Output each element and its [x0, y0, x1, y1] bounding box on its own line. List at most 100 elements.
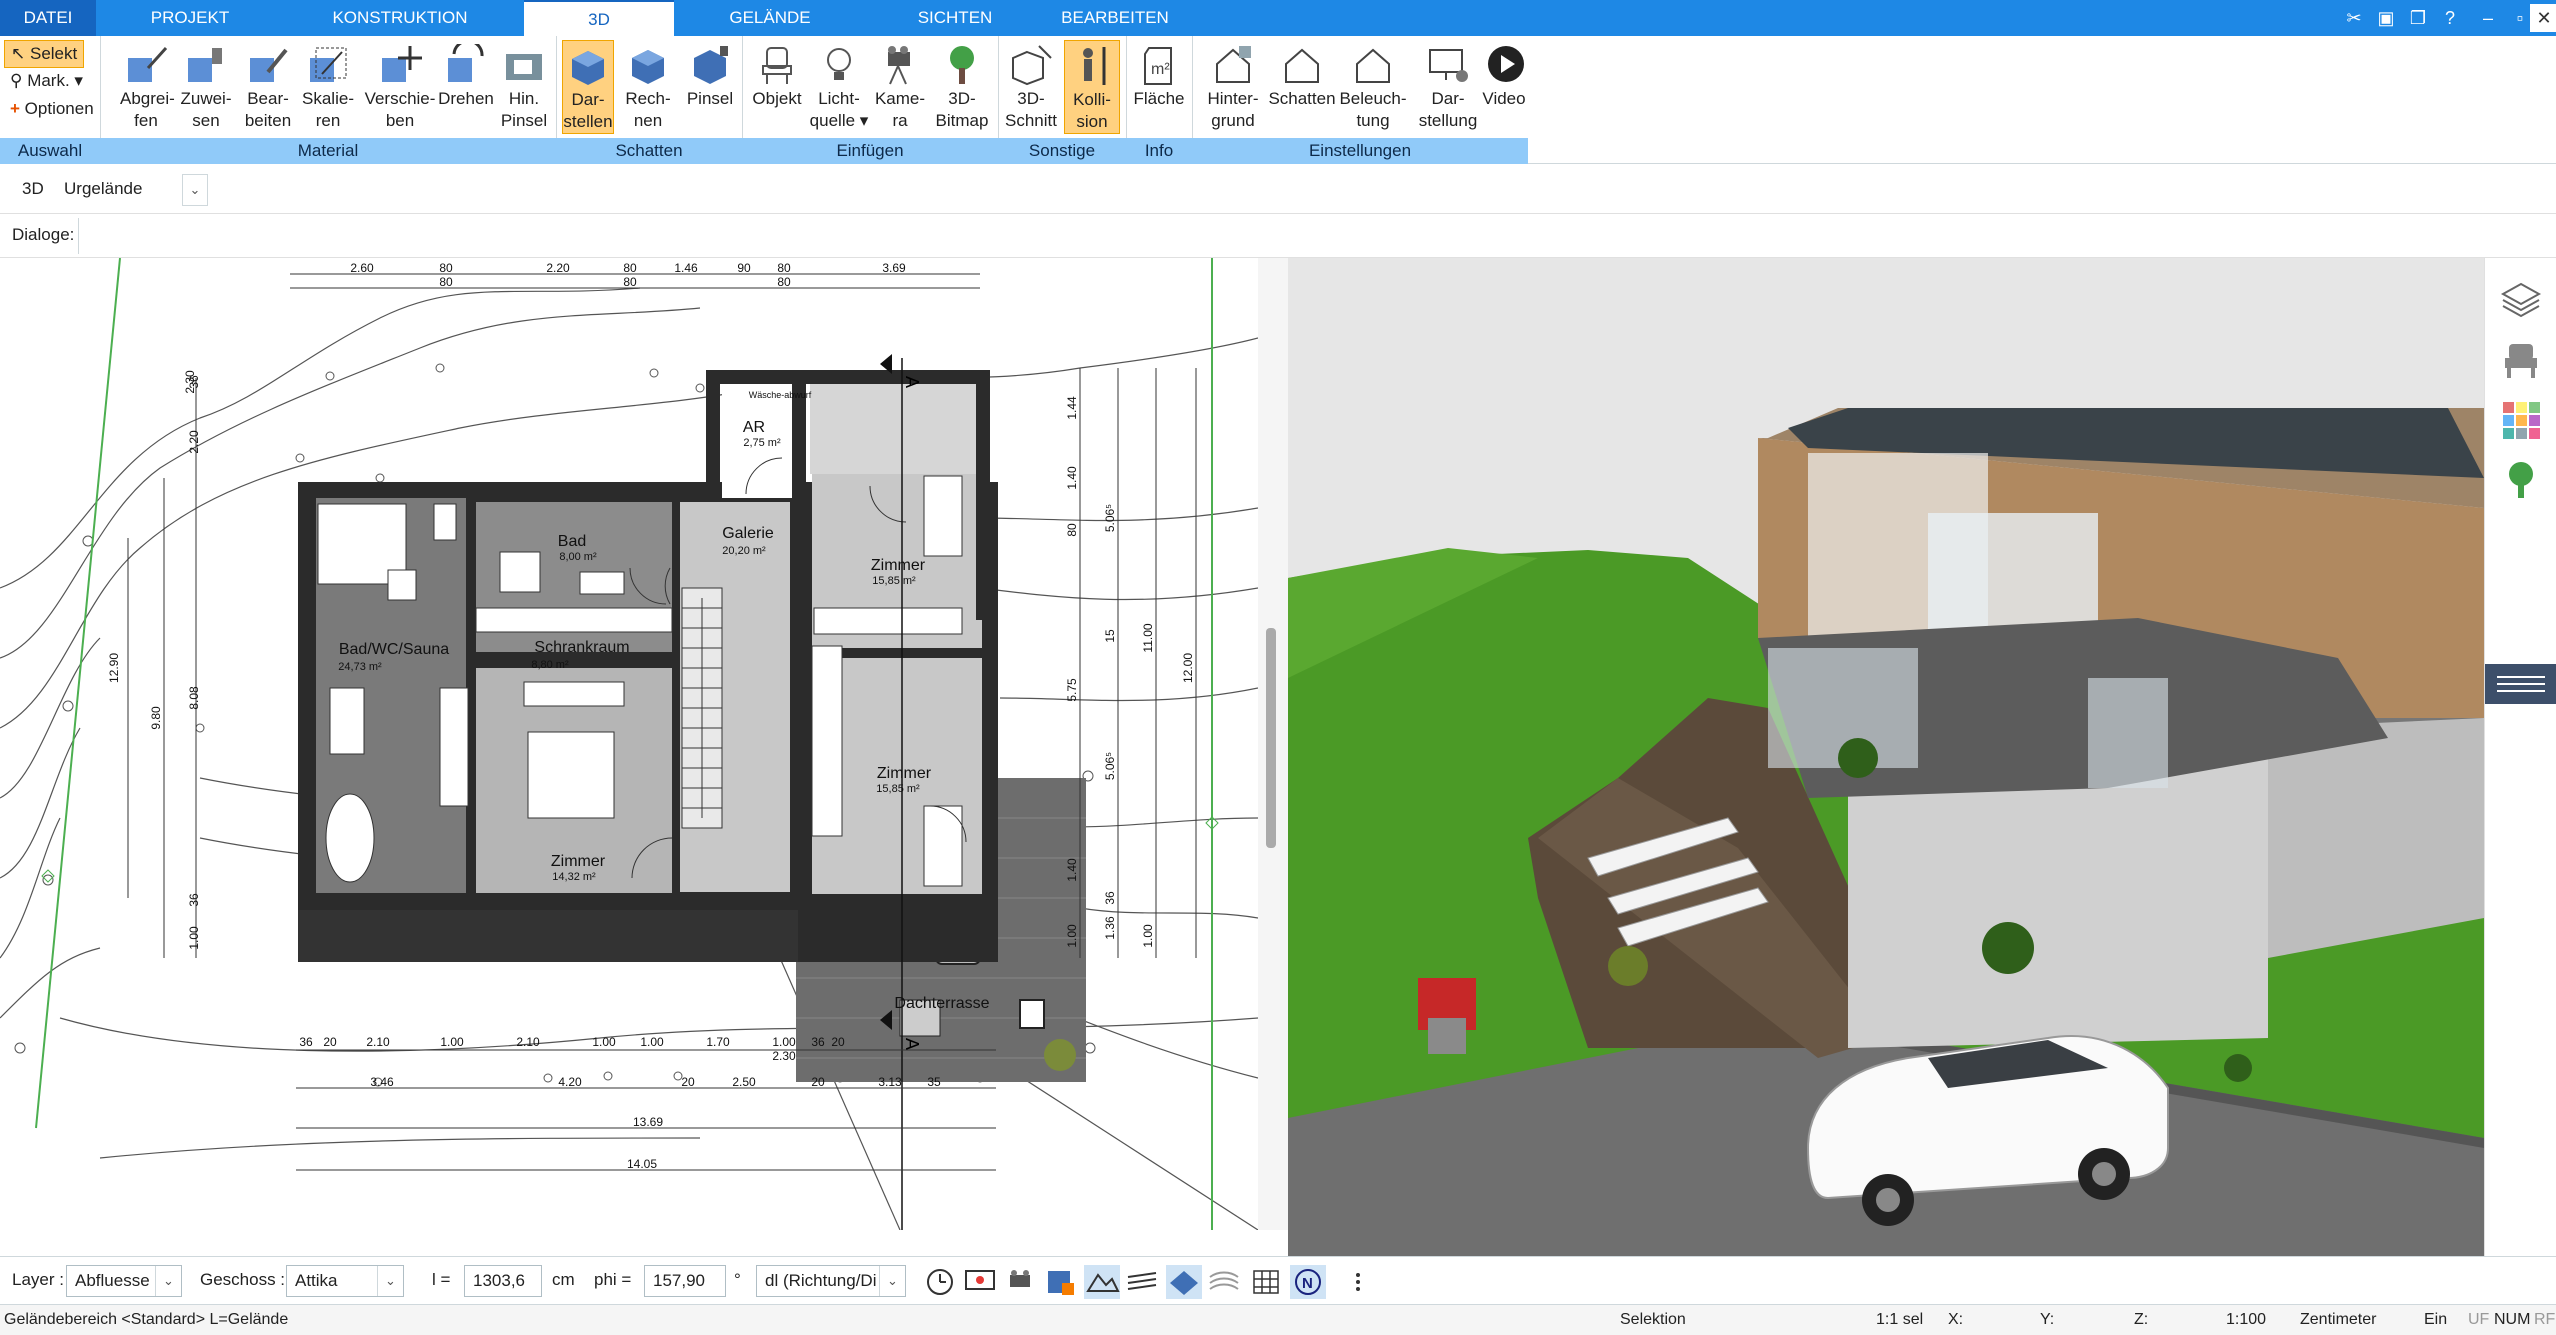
dim-right-8: 1.00: [1065, 924, 1079, 948]
house-background-icon: [1216, 46, 1251, 83]
panel-menu-button[interactable]: [2485, 664, 2556, 704]
zuweisen-button[interactable]: Zuwei-sen: [180, 40, 232, 134]
window-icon[interactable]: ▣: [2372, 4, 2400, 32]
drehen-button[interactable]: Drehen: [436, 40, 496, 134]
dim-right-13: 1.00: [1141, 924, 1155, 948]
status-x: X:: [1948, 1311, 1964, 1328]
optionen-label: Optionen: [24, 99, 94, 118]
lichtquelle-button[interactable]: Licht-quelle ▾: [808, 40, 870, 134]
mark-button[interactable]: ⚲ Mark. ▾: [10, 68, 83, 94]
selekt-button[interactable]: ↖ Selekt: [4, 40, 85, 68]
tab-sichten[interactable]: SICHTEN: [880, 0, 1030, 36]
dim-bottom-4: 2.10: [516, 1035, 540, 1049]
chair-icon[interactable]: [2499, 338, 2543, 382]
darstellung-button[interactable]: Dar-stellung: [1414, 40, 1482, 134]
3d-view[interactable]: [1288, 258, 2484, 1256]
tools-icon[interactable]: ✂: [2340, 4, 2368, 32]
cursor-icon: ↖: [11, 44, 26, 63]
objekt-button[interactable]: Objekt: [748, 40, 806, 134]
bearbeiten-button[interactable]: Bear-beiten: [240, 40, 296, 134]
kollision-button[interactable]: Kolli-sion: [1064, 40, 1120, 134]
status-mode: Selektion: [1620, 1311, 1686, 1328]
edit-material-icon: [250, 48, 288, 82]
group-label-schatten: Schatten: [556, 138, 742, 164]
view-toolbar: 3D Urgelände ⌄: [0, 164, 2556, 214]
layers-icon[interactable]: [2499, 278, 2543, 322]
dim-total-2: 14.05: [627, 1157, 657, 1171]
camera-icon: [888, 46, 910, 85]
3d-schnitt-button[interactable]: 3D- Schnitt: [1002, 40, 1060, 134]
tree-icon: [950, 46, 974, 84]
beleuchtung-button[interactable]: Beleuch-tung: [1332, 40, 1414, 134]
video-button[interactable]: Video: [1482, 40, 1526, 134]
plane-toggle-icon[interactable]: [1166, 1265, 1202, 1299]
room-name-zimmer-3: Zimmer: [551, 853, 606, 870]
dim-right-7: 1.40: [1065, 858, 1079, 882]
room-area-zimmer-1: 15,85 m²: [872, 575, 916, 587]
skalieren-button[interactable]: Skalie-ren: [300, 40, 356, 134]
camera-icon[interactable]: [1002, 1265, 1038, 1299]
light-bulb-icon: [827, 48, 851, 80]
floor-plan-view[interactable]: A A Bad/WC/Sauna 24,73 m² Bad 8,00 m² Sc…: [0, 258, 1258, 1230]
clock-icon[interactable]: [922, 1265, 958, 1299]
minimize-button[interactable]: –: [2474, 4, 2502, 32]
dim-bottom-2: 2.10: [366, 1035, 390, 1049]
schatten-einstellung-button[interactable]: Schatten: [1266, 40, 1338, 134]
verschieben-button[interactable]: Verschie-ben: [364, 40, 436, 134]
dim-top-1: 80: [439, 261, 453, 275]
person-collision-icon: [1083, 47, 1106, 85]
tab-datei[interactable]: DATEI: [0, 0, 96, 36]
kamera-button[interactable]: Kame-ra: [872, 40, 928, 134]
status-scale-sel: 1:1 sel: [1876, 1311, 1924, 1328]
floor-plan-drawing: A A Bad/WC/Sauna 24,73 m² Bad 8,00 m² Sc…: [0, 258, 1258, 1230]
dim-top2-1: 80: [623, 275, 637, 289]
tab-bearbeiten[interactable]: BEARBEITEN: [1040, 0, 1190, 36]
room-name-bad: Bad: [558, 533, 586, 550]
chevron-down-icon: ⌄: [879, 1266, 905, 1296]
layer-select[interactable]: Abfluesse ⌄: [66, 1265, 182, 1297]
cube-render-icon[interactable]: [1042, 1265, 1078, 1299]
tree-icon[interactable]: [2499, 458, 2543, 502]
phi-input[interactable]: 157,90: [644, 1265, 726, 1297]
l-input[interactable]: 1303,6: [464, 1265, 542, 1297]
menu-tab-bar: DATEI PROJEKT KONSTRUKTION 3D GELÄNDE SI…: [0, 0, 2556, 36]
vertical-scrollbar-plan[interactable]: [1258, 258, 1288, 1230]
terrain-toggle-icon[interactable]: [1084, 1265, 1120, 1299]
darstellen-schatten-button[interactable]: Dar-stellen: [562, 40, 614, 134]
hatching-icon[interactable]: [1124, 1265, 1160, 1299]
hin-pinsel-button[interactable]: Hin. Pinsel: [496, 40, 552, 134]
schatten-pinsel-button[interactable]: Pinsel: [682, 40, 738, 134]
3d-scene: [1288, 258, 2484, 1256]
grid-icon[interactable]: [1248, 1265, 1284, 1299]
help-icon[interactable]: ?: [2436, 4, 2464, 32]
terrain-select[interactable]: Urgelände ⌄: [56, 174, 208, 206]
rechnen-button[interactable]: Rech-nen: [622, 40, 674, 134]
close-button[interactable]: ✕: [2530, 4, 2556, 32]
copy-icon[interactable]: ❐: [2404, 4, 2432, 32]
flaeche-button[interactable]: m² Fläche: [1130, 40, 1188, 134]
dim-left-3: 9.80: [149, 706, 163, 730]
materials-palette-icon[interactable]: [2499, 398, 2543, 442]
room-name-galerie: Galerie: [722, 525, 774, 542]
tab-konstruktion[interactable]: KONSTRUKTION: [300, 0, 500, 36]
dim-mid: 2.30: [772, 1049, 796, 1063]
abgreifen-button[interactable]: Abgrei-fen: [120, 40, 175, 134]
tab-3d[interactable]: 3D: [524, 0, 674, 36]
geschoss-select[interactable]: Attika ⌄: [286, 1265, 404, 1297]
more-options-icon[interactable]: [1340, 1265, 1376, 1299]
dl-select[interactable]: dl (Richtung/Di ⌄: [756, 1265, 906, 1297]
scroll-thumb[interactable]: [1266, 628, 1276, 848]
brush-icon: [506, 54, 542, 80]
tab-projekt[interactable]: PROJEKT: [120, 0, 260, 36]
north-icon[interactable]: N: [1290, 1265, 1326, 1299]
chevron-down-icon: ⌄: [155, 1266, 181, 1296]
contour-icon[interactable]: [1206, 1265, 1242, 1299]
monitor-icon[interactable]: [962, 1265, 998, 1299]
hintergrund-button[interactable]: Hinter-grund: [1200, 40, 1266, 134]
tab-gelaende[interactable]: GELÄNDE: [700, 0, 840, 36]
dim-bottom2-2: 20: [681, 1075, 695, 1089]
dim-bottom-10: 20: [831, 1035, 845, 1049]
optionen-button[interactable]: + Optionen: [10, 96, 94, 122]
dim-bottom2-1: 4.20: [558, 1075, 582, 1089]
3d-bitmap-button[interactable]: 3D- Bitmap: [932, 40, 992, 134]
